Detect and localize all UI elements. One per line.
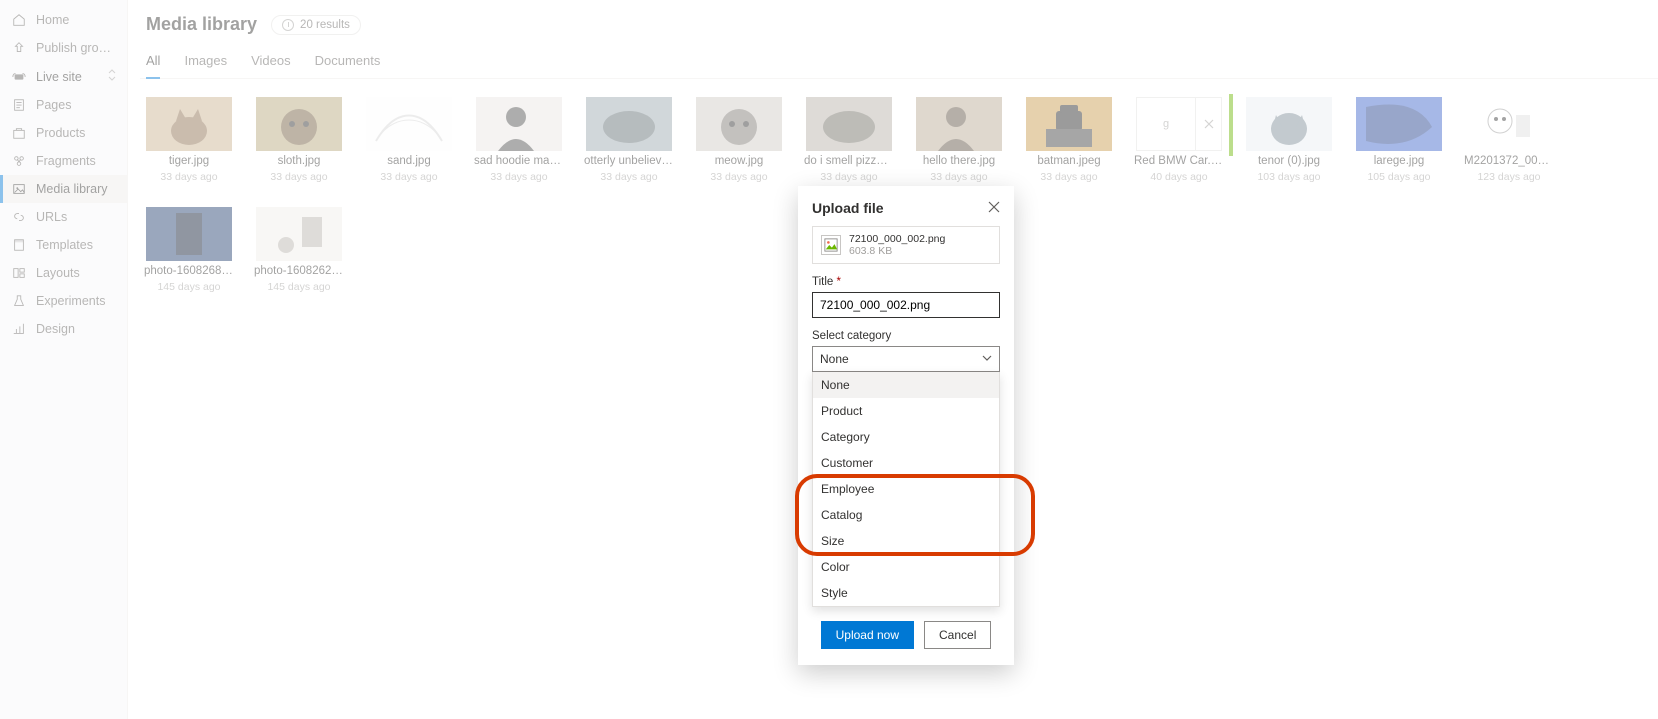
file-meta: 72100_000_002.png 603.8 KB — [849, 233, 945, 257]
chevron-down-icon — [982, 352, 992, 366]
title-input[interactable] — [812, 292, 1000, 318]
category-option-customer[interactable]: Customer — [813, 450, 999, 476]
category-option-employee[interactable]: Employee — [813, 476, 999, 502]
category-option-color[interactable]: Color — [813, 554, 999, 580]
modal-actions: Upload now Cancel — [812, 621, 1000, 649]
category-option-category[interactable]: Category — [813, 424, 999, 450]
upload-modal: Upload file 72100_000_002.png 603.8 KB T… — [798, 186, 1014, 665]
category-dropdown: NoneProductCategoryCustomerEmployeeCatal… — [812, 372, 1000, 607]
cancel-button[interactable]: Cancel — [924, 621, 991, 649]
category-option-catalog[interactable]: Catalog — [813, 502, 999, 528]
image-file-icon — [821, 235, 841, 255]
category-select[interactable]: None — [812, 346, 1000, 372]
category-option-product[interactable]: Product — [813, 398, 999, 424]
modal-header: Upload file — [812, 200, 1000, 216]
category-value: None — [820, 352, 849, 366]
close-icon[interactable] — [988, 201, 1000, 216]
modal-title: Upload file — [812, 200, 884, 216]
category-label: Select category — [812, 330, 1000, 342]
category-option-none[interactable]: None — [813, 372, 999, 398]
file-preview: 72100_000_002.png 603.8 KB — [812, 226, 1000, 264]
file-name: 72100_000_002.png — [849, 233, 945, 245]
title-label: Title * — [812, 276, 1000, 288]
file-size: 603.8 KB — [849, 245, 945, 257]
category-option-style[interactable]: Style — [813, 580, 999, 606]
upload-now-button[interactable]: Upload now — [821, 621, 914, 649]
category-option-size[interactable]: Size — [813, 528, 999, 554]
